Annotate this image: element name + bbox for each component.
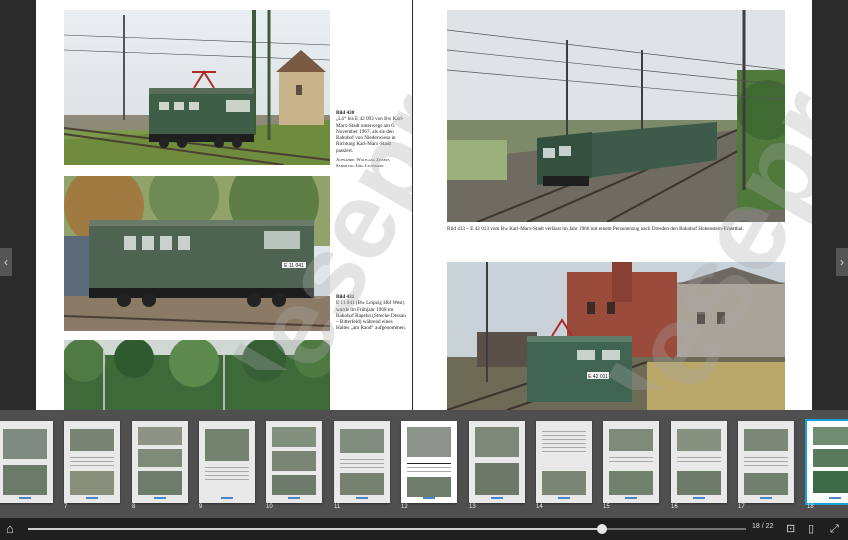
thumbnail-strip: 7 8 9 10 11 12 13 14 15 16 17 18 [0, 410, 848, 518]
page-indicator: 18 / 22 [752, 523, 774, 530]
prev-page-button[interactable]: ‹ [0, 248, 12, 276]
left-page: Bild 430 „Lö“ bis E 42 093 von Bw Karl-M… [36, 0, 412, 410]
thumbnail-number: 15 [603, 504, 610, 510]
thumbnail-page-10[interactable] [266, 421, 322, 503]
next-page-button[interactable]: › [836, 248, 848, 276]
photo-430 [64, 10, 330, 165]
loco-number-plate-434: E 42 011 [588, 374, 608, 380]
thumbnail-number: 10 [266, 504, 273, 510]
thumbnail-page-9[interactable] [199, 421, 255, 503]
chevron-right-icon: › [840, 255, 844, 269]
caption-430: Bild 430 „Lö“ bis E 42 093 von Bw Karl-M… [336, 110, 406, 170]
thumbnail-number: 11 [334, 504, 341, 510]
thumbnail-page-18[interactable] [805, 419, 848, 505]
home-icon[interactable]: ⌂ [6, 522, 14, 536]
photo-434: E 42 011 [447, 262, 785, 410]
bottom-toolbar: ⌂ 18 / 22 ⊡ ▯ ⤢ [0, 518, 848, 540]
page-slider[interactable] [28, 524, 746, 534]
thumbnail-page-15[interactable] [603, 421, 659, 503]
thumbnail-page-12[interactable] [401, 421, 457, 503]
caption-430-credit: Aufnahme: Wolfgang Zeisert, Sammlung Jör… [336, 157, 391, 169]
caption-431-body: E 11 041 (Bw Leipzig Hbf West) wurde im … [336, 300, 407, 332]
chevron-left-icon: ‹ [4, 255, 8, 269]
loco-number-plate-431: E 11 041 [284, 263, 304, 269]
photo-433 [447, 10, 785, 222]
thumbnail-number: 14 [536, 504, 543, 510]
caption-433: Bild 433 – E 42 013 vom Bw Karl-Marx-Sta… [447, 226, 744, 232]
thumbnail-page-16[interactable] [671, 421, 727, 503]
thumbnails-toggle-icon[interactable]: ⊡ [786, 522, 795, 536]
caption-431: Bild 431 E 11 041 (Bw Leipzig Hbf West) … [336, 294, 406, 332]
thumbnail-page-13[interactable] [469, 421, 525, 503]
thumbnail-page-11[interactable] [334, 421, 390, 503]
flipbook-viewer: Bild 430 „Lö“ bis E 42 093 von Bw Karl-M… [0, 0, 848, 540]
thumbnail-number: 12 [401, 504, 408, 510]
right-page: Bild 433 – E 42 013 vom Bw Karl-Marx-Sta… [413, 0, 812, 410]
thumbnail-number: 9 [199, 504, 203, 510]
page-slider-fill [28, 528, 603, 530]
single-page-icon[interactable]: ▯ [808, 522, 814, 536]
thumbnail-number: 18 [807, 504, 814, 510]
thumbnail-number: 8 [132, 504, 136, 510]
fullscreen-icon[interactable]: ⤢ [830, 522, 839, 536]
thumbnail-page-14[interactable] [536, 421, 592, 503]
thumbnail-page-7[interactable] [64, 421, 120, 503]
photo-432 [64, 340, 330, 410]
thumbnail-page-6[interactable] [0, 421, 53, 503]
thumbnail-number: 16 [671, 504, 678, 510]
photo-431: E 11 041 [64, 176, 330, 331]
page-slider-handle[interactable] [597, 524, 608, 534]
thumbnail-page-8[interactable] [132, 421, 188, 503]
caption-430-body: „Lö“ bis E 42 093 von Bw Karl-Marx-Stadt… [336, 116, 404, 154]
thumbnail-number: 17 [738, 504, 745, 510]
thumbnail-page-17[interactable] [738, 421, 794, 503]
thumbnail-number: 13 [469, 504, 476, 510]
thumbnail-number: 7 [64, 504, 68, 510]
